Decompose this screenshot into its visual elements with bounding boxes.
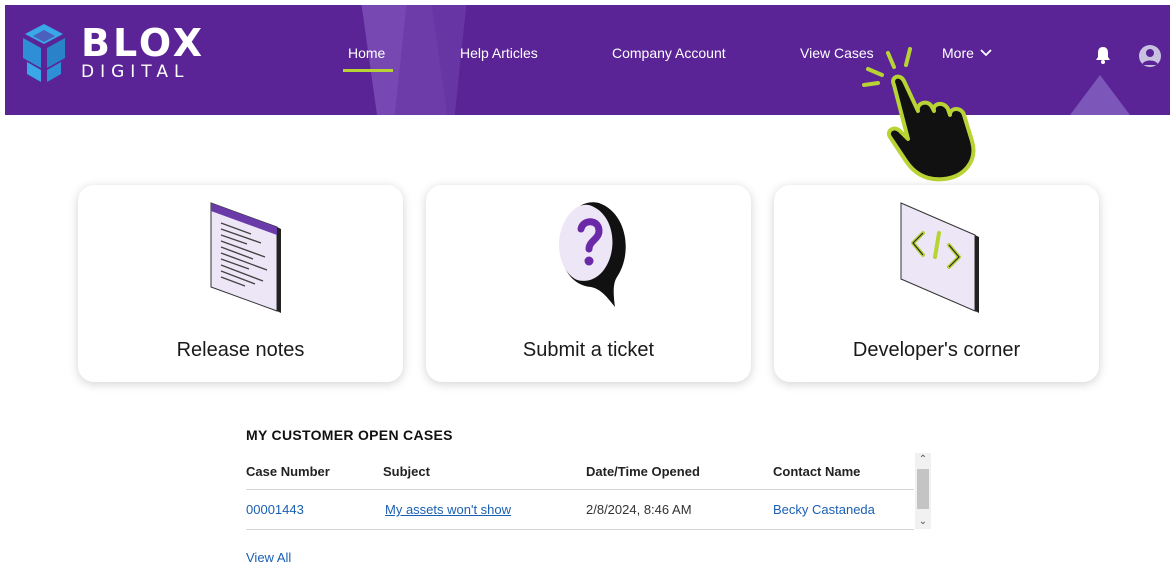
release-notes-document-icon	[210, 202, 281, 313]
case-opened-date: 2/8/2024, 8:46 AM	[586, 502, 692, 517]
divider	[246, 489, 914, 490]
nav-company-account-label: Company Account	[612, 45, 726, 61]
bell-icon[interactable]	[1093, 45, 1113, 65]
blox-cube-icon	[23, 24, 65, 82]
code-window-icon	[900, 202, 979, 313]
user-silhouette-icon	[1142, 49, 1158, 65]
submit-ticket-label: Submit a ticket	[522, 339, 655, 361]
developers-corner-label: Developer's corner	[852, 339, 1021, 361]
active-tab-indicator	[343, 69, 393, 72]
nav-home-label: Home	[348, 45, 386, 61]
chevron-down-icon[interactable]: ⌄	[915, 515, 931, 529]
nav-home[interactable]: Home	[343, 45, 393, 72]
open-cases-title: MY CUSTOMER OPEN CASES	[246, 427, 453, 443]
column-header-case-number[interactable]: Case Number	[246, 464, 330, 479]
header-decoration	[1070, 75, 1130, 115]
release-notes-label: Release notes	[176, 339, 305, 361]
brand-name-top: BLOX	[81, 21, 206, 65]
view-all-link[interactable]: View All	[246, 550, 291, 565]
submit-ticket-card[interactable]: Submit a ticket	[426, 185, 751, 382]
pointing-hand-icon	[862, 47, 976, 182]
release-notes-card[interactable]: Release notes	[78, 185, 403, 382]
column-header-date-opened[interactable]: Date/Time Opened	[586, 464, 700, 479]
scrollbar-thumb[interactable]	[917, 469, 929, 509]
contact-name-link[interactable]: Becky Castaneda	[773, 502, 875, 517]
column-header-contact-name[interactable]: Contact Name	[773, 464, 860, 479]
chevron-up-icon[interactable]: ⌃	[915, 453, 931, 467]
developers-corner-card[interactable]: Developer's corner	[774, 185, 1099, 382]
avatar-icon[interactable]	[1139, 45, 1161, 67]
case-number-link[interactable]: 00001443	[246, 502, 304, 517]
brand-name-bottom: DIGITAL	[81, 62, 190, 82]
case-subject-link[interactable]: My assets won't show	[385, 502, 511, 517]
nav-help-articles[interactable]: Help Articles	[460, 45, 538, 61]
column-header-subject[interactable]: Subject	[383, 464, 430, 479]
page: BLOX DIGITAL Home Help Articles Company …	[0, 0, 1175, 565]
question-bubble-icon	[558, 202, 626, 307]
brand-logo[interactable]: BLOX DIGITAL	[15, 22, 205, 84]
nav-company-account[interactable]: Company Account	[612, 45, 726, 61]
table-scrollbar[interactable]: ⌃ ⌄	[915, 453, 931, 529]
header-decoration	[392, 5, 468, 115]
divider	[246, 529, 914, 530]
nav-help-articles-label: Help Articles	[460, 45, 538, 61]
